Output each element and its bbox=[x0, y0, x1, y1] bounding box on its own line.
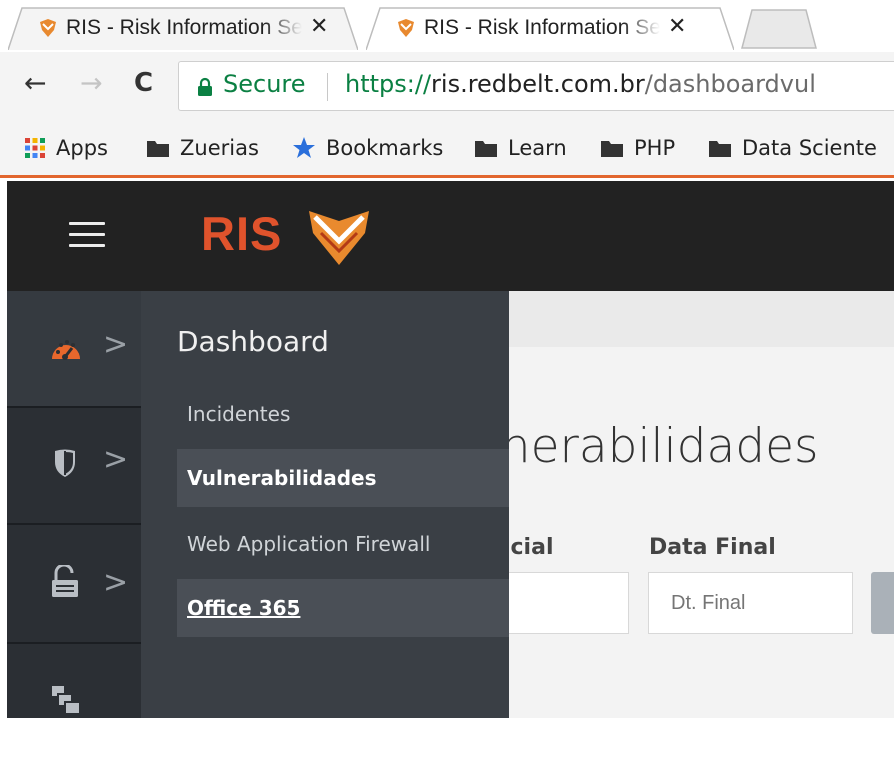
end-date-label: Data Final bbox=[649, 535, 776, 560]
tab-close-icon[interactable]: ✕ bbox=[310, 14, 328, 39]
tab-title: RIS - Risk Information Se bbox=[66, 16, 302, 39]
files-icon bbox=[52, 686, 81, 715]
rail-item-access[interactable]: > bbox=[7, 527, 141, 644]
flyout-title: Dashboard bbox=[177, 325, 329, 358]
filter-button[interactable] bbox=[871, 572, 894, 634]
app-header: RIS bbox=[7, 181, 894, 291]
bookmark-label: Zuerias bbox=[180, 136, 259, 160]
browser-tab-1[interactable]: RIS - Risk Information Se ✕ bbox=[8, 6, 358, 50]
rail-item-files[interactable] bbox=[7, 646, 141, 763]
bookmark-folder-data-sciente[interactable]: Data Sciente bbox=[708, 134, 877, 162]
back-arrow-icon[interactable]: ← bbox=[24, 68, 47, 99]
menu-item-waf[interactable]: Web Application Firewall bbox=[177, 515, 509, 573]
bookmark-folder-bookmarks[interactable]: Bookmarks bbox=[292, 134, 443, 162]
address-separator bbox=[327, 73, 328, 101]
browser-tab-2[interactable]: RIS - Risk Information Se ✕ bbox=[366, 6, 734, 50]
main-content: Vulnerabilidades Data Inicial Data Final bbox=[379, 291, 894, 718]
bookmark-folder-php[interactable]: PHP bbox=[600, 134, 675, 162]
chevron-right-icon: > bbox=[103, 565, 129, 600]
star-icon bbox=[293, 137, 315, 158]
bookmark-folder-zuerias[interactable]: Zuerias bbox=[146, 134, 259, 162]
forward-arrow-icon[interactable]: → bbox=[80, 68, 103, 99]
url-text[interactable]: https://ris.redbelt.com.br/dashboardvul bbox=[345, 70, 816, 98]
menu-item-incidentes[interactable]: Incidentes bbox=[177, 385, 509, 443]
browser-tab-strip: RIS - Risk Information Se ✕ RIS - Risk I… bbox=[0, 0, 894, 52]
ris-favicon-icon bbox=[398, 19, 414, 37]
folder-icon bbox=[475, 141, 497, 157]
apps-grid-icon bbox=[25, 138, 45, 158]
rail-item-dashboard[interactable]: > bbox=[7, 291, 141, 408]
chevron-right-icon: > bbox=[103, 327, 129, 362]
browser-toolbar: ← → C Secure https://ris.redbelt.com.br/… bbox=[0, 52, 894, 120]
bookmark-apps[interactable]: Apps bbox=[24, 134, 108, 162]
menu-item-office-365[interactable]: Office 365 bbox=[177, 579, 509, 637]
bookmark-label: Apps bbox=[56, 136, 108, 160]
ris-favicon-icon bbox=[40, 19, 56, 37]
hamburger-menu-icon[interactable] bbox=[69, 220, 105, 250]
sidebar-flyout-menu: Dashboard Incidentes Vulnerabilidades We… bbox=[141, 291, 509, 718]
logo-text: RIS bbox=[201, 207, 283, 260]
folder-icon bbox=[601, 141, 623, 157]
url-scheme: https:// bbox=[345, 70, 432, 98]
url-host: ris.redbelt.com.br bbox=[431, 70, 645, 98]
unlock-icon bbox=[52, 565, 78, 597]
url-path: /dashboardvul bbox=[644, 70, 816, 98]
bookmark-label: Bookmarks bbox=[326, 136, 444, 160]
rail-item-security[interactable]: > bbox=[7, 408, 141, 525]
chevron-right-icon: > bbox=[103, 442, 129, 477]
end-date-input[interactable] bbox=[648, 572, 853, 634]
folder-icon bbox=[709, 141, 731, 157]
secure-label: Secure bbox=[223, 70, 306, 98]
tab-close-icon[interactable]: ✕ bbox=[668, 14, 686, 39]
bookmark-label: Data Sciente bbox=[742, 136, 877, 160]
address-bar[interactable]: Secure https://ris.redbelt.com.br/dashbo… bbox=[178, 61, 894, 111]
tab-title: RIS - Risk Information Se bbox=[424, 16, 660, 39]
sidebar-rail: > > > bbox=[7, 291, 141, 718]
folder-icon bbox=[147, 141, 169, 157]
ris-fox-logo-icon bbox=[309, 211, 369, 265]
dashboard-gauge-icon bbox=[52, 340, 80, 360]
bookmark-folder-learn[interactable]: Learn bbox=[474, 134, 567, 162]
lock-icon bbox=[198, 77, 212, 96]
bookmark-label: Learn bbox=[508, 136, 567, 160]
bookmarks-bar: Apps Zuerias Bookmarks Learn PHP Data Sc… bbox=[0, 120, 894, 178]
new-tab-button[interactable] bbox=[740, 8, 820, 50]
shield-icon bbox=[55, 449, 75, 477]
bookmark-label: PHP bbox=[634, 136, 676, 160]
menu-item-vulnerabilidades[interactable]: Vulnerabilidades bbox=[177, 449, 509, 507]
reload-icon[interactable]: C bbox=[134, 68, 153, 98]
content-top-strip bbox=[509, 291, 894, 347]
